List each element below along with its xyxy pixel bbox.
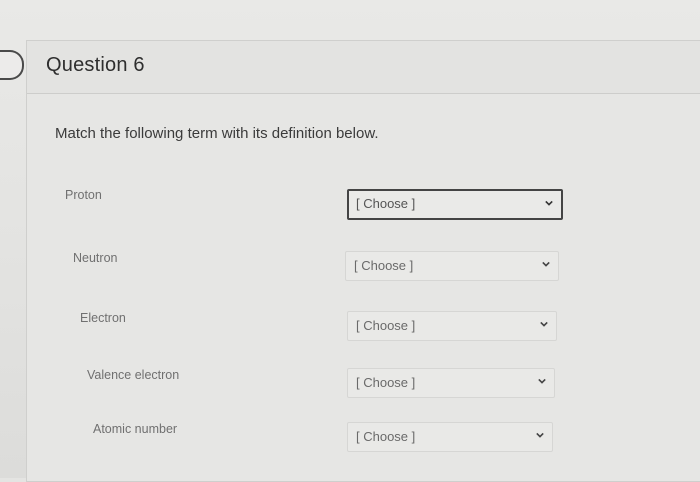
- select-value: [ Choose ]: [356, 196, 416, 211]
- term-proton: Proton: [65, 188, 102, 202]
- screen: Question 6 Match the following term with…: [0, 0, 700, 482]
- collapse-arrow-icon[interactable]: [0, 50, 24, 80]
- match-select-proton[interactable]: [ Choose ]: [347, 189, 563, 220]
- chevron-down-icon: [536, 432, 544, 438]
- term-neutron: Neutron: [73, 251, 118, 265]
- chevron-down-icon: [540, 321, 548, 327]
- question-prompt: Match the following term with its defini…: [55, 125, 379, 142]
- select-value: [ Choose ]: [356, 429, 416, 444]
- term-valence-electron: Valence electron: [87, 368, 180, 382]
- question-title: Question 6: [46, 54, 145, 76]
- match-select-atomic-number[interactable]: [ Choose ]: [347, 422, 553, 452]
- chevron-down-icon: [542, 261, 550, 267]
- question-header: Question 6: [27, 41, 700, 94]
- match-select-valence-electron[interactable]: [ Choose ]: [347, 368, 555, 398]
- select-value: [ Choose ]: [356, 318, 416, 333]
- term-electron: Electron: [80, 311, 126, 325]
- chevron-down-icon: [545, 200, 553, 206]
- select-value: [ Choose ]: [356, 375, 416, 390]
- term-atomic-number: Atomic number: [93, 422, 178, 436]
- match-select-neutron[interactable]: [ Choose ]: [345, 251, 559, 281]
- chevron-down-icon: [538, 378, 546, 384]
- match-select-electron[interactable]: [ Choose ]: [347, 311, 557, 341]
- question-card: Question 6 Match the following term with…: [26, 40, 700, 482]
- select-value: [ Choose ]: [354, 258, 414, 273]
